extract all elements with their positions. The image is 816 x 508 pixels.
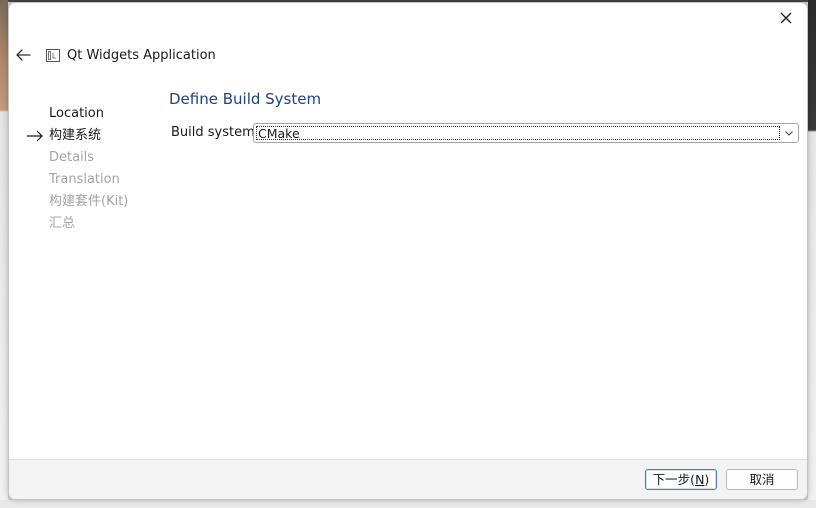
build-system-label: Build system: xyxy=(171,125,260,140)
step-translation: Translation xyxy=(23,169,163,191)
step-label: Details xyxy=(49,150,95,165)
cancel-button[interactable]: 取消 xyxy=(726,469,798,490)
wizard-header: Qt Widgets Application xyxy=(9,41,807,71)
chevron-down-icon xyxy=(785,131,793,136)
desktop-background-bottom xyxy=(0,500,816,508)
step-label: 构建系统 xyxy=(49,128,102,143)
wizard-steps-list: Location 构建系统 Details Translation 构建套件(K… xyxy=(23,103,163,235)
back-button[interactable] xyxy=(13,45,33,65)
step-label: 汇总 xyxy=(49,216,76,231)
step-location: Location xyxy=(23,103,163,125)
new-project-wizard-dialog: Qt Widgets Application Location 构建系统 Det… xyxy=(8,2,808,500)
next-button-prefix: 下一步( xyxy=(652,472,696,487)
wizard-footer: 下一步(N) 取消 xyxy=(9,459,807,499)
desktop-background-left xyxy=(0,0,8,508)
current-step-arrow-icon xyxy=(27,130,43,142)
step-details: Details xyxy=(23,147,163,169)
step-label: 构建套件(Kit) xyxy=(49,194,129,209)
desktop-background-right xyxy=(808,0,816,508)
back-arrow-icon xyxy=(16,49,31,61)
page-title: Define Build System xyxy=(169,90,322,108)
wizard-title: Qt Widgets Application xyxy=(67,48,216,63)
application-icon xyxy=(46,49,60,62)
next-button[interactable]: 下一步(N) xyxy=(645,469,717,490)
build-system-value: CMake xyxy=(256,126,780,140)
step-build-system: 构建系统 xyxy=(23,125,163,147)
close-icon xyxy=(780,12,792,24)
step-label: Location xyxy=(49,106,104,121)
step-kits: 构建套件(Kit) xyxy=(23,191,163,213)
build-system-combobox[interactable]: CMake xyxy=(253,123,799,143)
close-button[interactable] xyxy=(771,5,801,31)
next-button-suffix: ) xyxy=(704,472,710,487)
step-summary: 汇总 xyxy=(23,213,163,235)
step-label: Translation xyxy=(49,172,120,187)
